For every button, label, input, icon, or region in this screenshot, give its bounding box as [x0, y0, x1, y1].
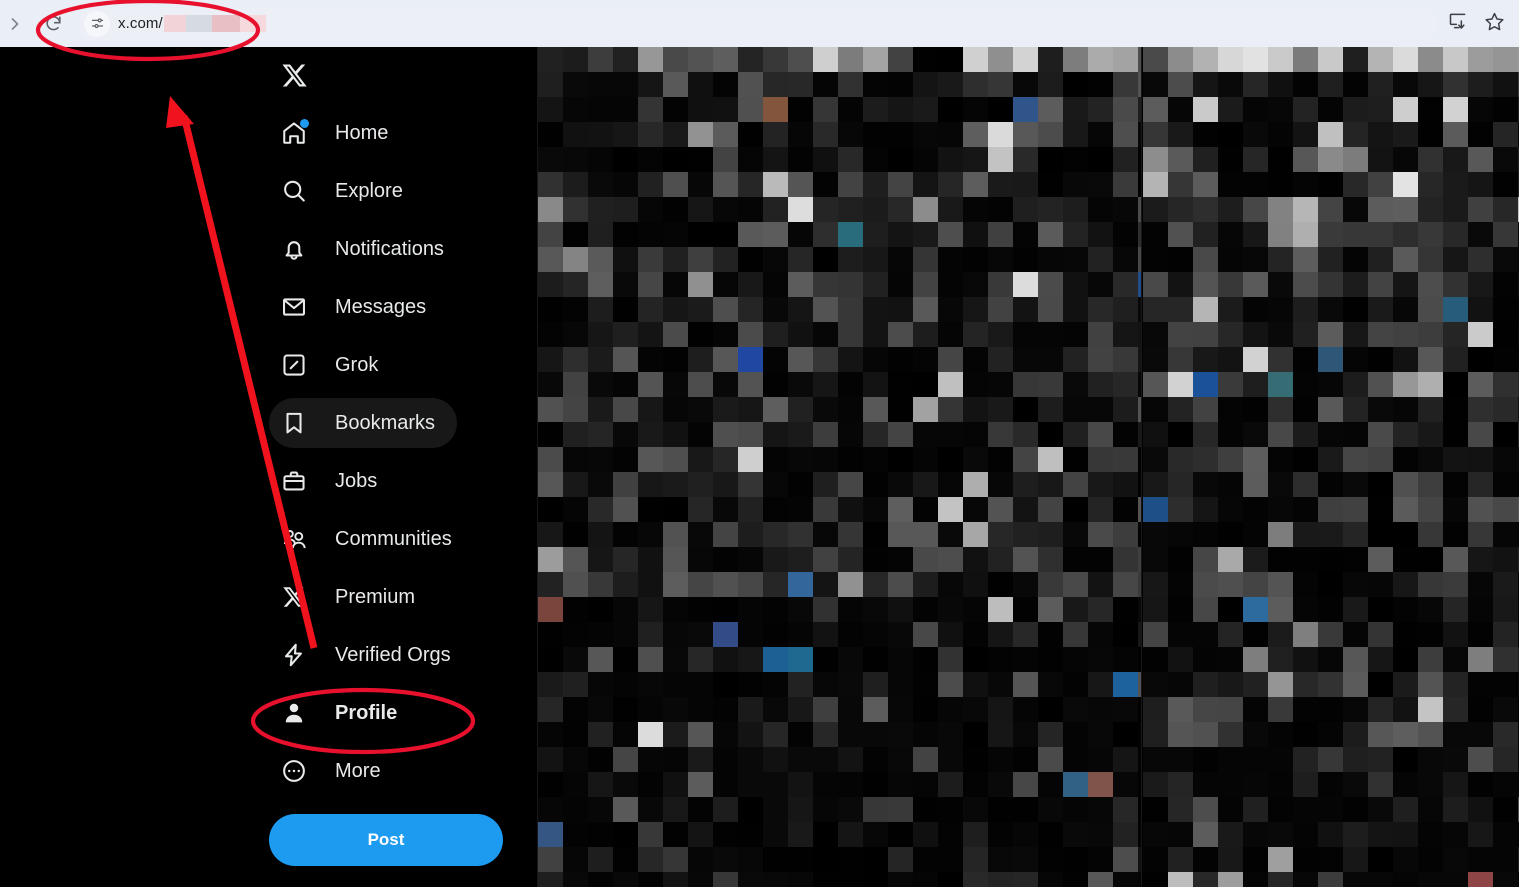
sidebar-item-label: Premium — [335, 586, 416, 608]
sidebar-item-label: Messages — [335, 296, 427, 318]
pixelated-content-right — [1143, 47, 1519, 887]
sidebar-item-bookmarks[interactable]: Bookmarks — [269, 398, 458, 448]
sidebar-nav-list: Home Explore Notifications Messages Grok… — [269, 47, 537, 866]
sidebar-item-explore[interactable]: Explore — [269, 166, 425, 216]
page-body: Home Explore Notifications Messages Grok… — [0, 47, 1519, 887]
sidebar-item-profile[interactable]: Profile — [269, 688, 419, 738]
x-logo[interactable] — [269, 50, 319, 100]
sidebar-item-label: Home — [335, 122, 389, 144]
sidebar-item-communities[interactable]: Communities — [269, 514, 474, 564]
sidebar-item-grok[interactable]: Grok — [269, 340, 400, 390]
envelope-icon — [269, 282, 319, 332]
sidebar-item-label: Grok — [335, 354, 379, 376]
communities-icon — [269, 514, 319, 564]
right-sidebar-column-censored — [1143, 47, 1519, 887]
search-icon — [269, 166, 319, 216]
sidebar-item-label: Communities — [335, 528, 452, 550]
sidebar-item-label: Explore — [335, 180, 403, 202]
x-logo-icon — [269, 572, 319, 622]
sidebar-item-label: Profile — [335, 702, 398, 724]
sidebar-item-jobs[interactable]: Jobs — [269, 456, 399, 506]
bookmark-star-icon[interactable] — [1484, 11, 1505, 37]
sidebar-item-label: Verified Orgs — [335, 644, 451, 666]
sidebar: Home Explore Notifications Messages Grok… — [0, 47, 537, 887]
pixelated-content-main — [538, 47, 1141, 887]
browser-toolbar: x.com/ — [0, 0, 1519, 47]
sidebar-item-home[interactable]: Home — [269, 108, 410, 158]
sidebar-item-label: More — [335, 760, 381, 782]
forward-arrow-icon[interactable] — [0, 9, 30, 39]
reload-icon[interactable] — [38, 9, 68, 39]
home-icon — [269, 108, 319, 158]
grok-icon — [269, 340, 319, 390]
sidebar-item-label: Jobs — [335, 470, 378, 492]
sidebar-item-label: Notifications — [335, 238, 444, 260]
more-dots-icon — [269, 746, 319, 796]
sidebar-item-label: Bookmarks — [335, 412, 436, 434]
address-bar[interactable]: x.com/ — [78, 7, 1438, 40]
sidebar-item-notifications[interactable]: Notifications — [269, 224, 466, 274]
sidebar-item-messages[interactable]: Messages — [269, 282, 448, 332]
home-unread-badge — [300, 119, 309, 128]
url-redacted-mosaic — [163, 15, 266, 32]
site-settings-sliders-icon[interactable] — [84, 10, 110, 37]
briefcase-icon — [269, 456, 319, 506]
bookmark-icon — [269, 398, 319, 448]
sidebar-item-verified-orgs[interactable]: Verified Orgs — [269, 630, 473, 680]
person-icon — [269, 688, 319, 738]
bell-icon — [269, 224, 319, 274]
install-app-icon[interactable] — [1448, 11, 1468, 36]
timeline-column-censored — [537, 47, 1142, 887]
post-button[interactable]: Post — [269, 814, 503, 866]
browser-window: x.com/ Home Explore Notifications Messag… — [0, 0, 1519, 887]
lightning-bolt-icon — [269, 630, 319, 680]
url-domain: x.com/ — [118, 15, 163, 32]
chrome-actions — [1448, 11, 1505, 37]
url-text-group: x.com/ — [118, 15, 266, 32]
sidebar-item-more[interactable]: More — [269, 746, 403, 796]
sidebar-item-premium[interactable]: Premium — [269, 572, 437, 622]
